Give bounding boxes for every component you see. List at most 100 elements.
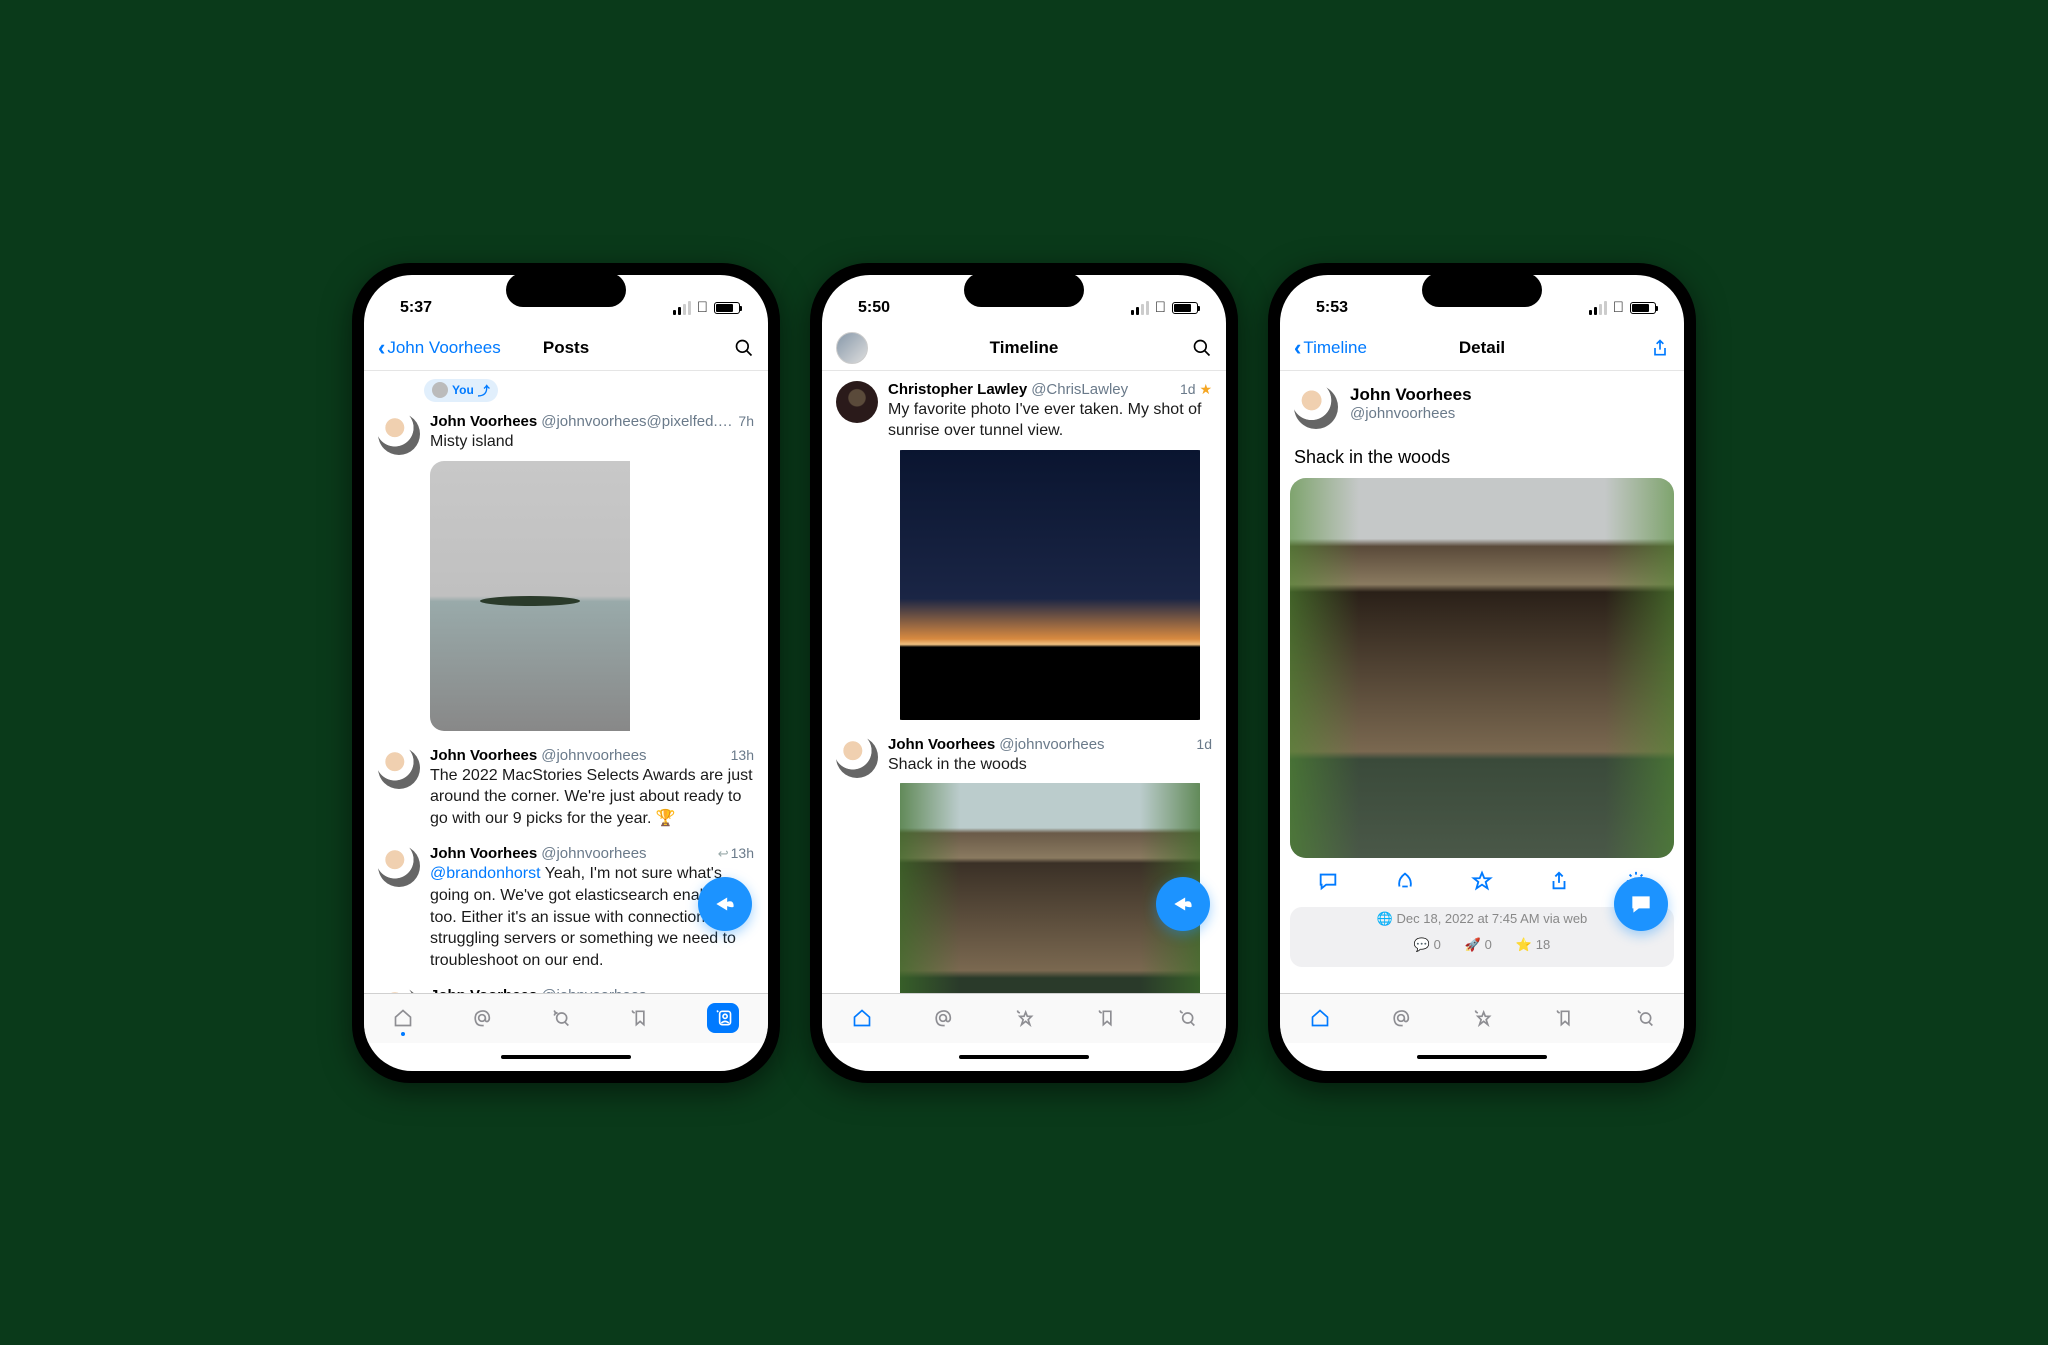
battery-icon — [1172, 302, 1198, 314]
tab-mentions[interactable] — [472, 1008, 492, 1028]
post-handle: @johnvoorhees — [541, 845, 713, 862]
tab-home[interactable] — [852, 1008, 872, 1028]
battery-icon — [1630, 302, 1656, 314]
share-icon — [1548, 870, 1570, 892]
search-button[interactable] — [1172, 338, 1212, 358]
reply-fab[interactable] — [1614, 877, 1668, 931]
feed[interactable]: Christopher Lawley @ChrisLawley 1d ★ My … — [822, 371, 1226, 993]
wifi-icon: 􀙇 — [1613, 299, 1624, 316]
boost-button[interactable] — [1394, 870, 1416, 897]
tab-bookmarks[interactable] — [628, 1008, 648, 1028]
nav-title: Detail — [1459, 338, 1505, 358]
compose-fab[interactable] — [1156, 877, 1210, 931]
post-image[interactable] — [430, 461, 754, 731]
favorite-button[interactable] — [1471, 870, 1493, 897]
post-time: 7h — [738, 413, 754, 429]
sparkle-star-icon — [1014, 1008, 1034, 1028]
tab-search[interactable] — [550, 1008, 570, 1028]
avatar[interactable] — [378, 987, 420, 992]
tab-bookmarks[interactable] — [1553, 1008, 1573, 1028]
chevron-left-icon: ‹ — [1294, 335, 1301, 361]
reply-thread-icon: ↩︎ — [718, 846, 729, 861]
search-icon — [1192, 338, 1212, 358]
tab-favorites[interactable] — [1014, 1008, 1034, 1028]
you-badge: You ⤴︎ — [424, 379, 498, 402]
detail-handle: @johnvoorhees — [1350, 405, 1472, 422]
detail-image[interactable] — [1290, 478, 1674, 858]
avatar[interactable] — [378, 747, 420, 789]
star-icon: ★ — [1199, 381, 1212, 397]
feed-item[interactable]: John Voorhees @johnvoorhees 1d Shack in … — [822, 726, 1226, 993]
back-button[interactable]: ‹ John Voorhees — [378, 335, 501, 361]
avatar[interactable] — [378, 413, 420, 455]
mini-avatar-icon — [432, 382, 448, 398]
stat-favorites[interactable]: ⭐ 18 — [1516, 937, 1550, 953]
tab-search[interactable] — [1176, 1008, 1196, 1028]
avatar[interactable] — [378, 845, 420, 887]
post-time: ↩︎13h — [718, 845, 754, 862]
chat-icon — [1628, 891, 1654, 917]
avatar[interactable] — [1294, 385, 1338, 429]
avatar[interactable] — [836, 381, 878, 423]
detail-author[interactable]: John Voorhees @johnvoorhees — [1280, 371, 1684, 443]
post-text: Misty island — [430, 431, 754, 453]
post-text: My favorite photo I've ever taken. My sh… — [888, 399, 1212, 442]
share-button[interactable] — [1548, 870, 1570, 897]
boost-icon: ⤴︎ — [478, 382, 490, 399]
home-indicator[interactable] — [1280, 1043, 1684, 1071]
phone-3: 5:53 􀙇 ‹ Timeline Detail John Voorhees — [1268, 263, 1696, 1083]
home-icon — [852, 1008, 872, 1028]
tab-favorites[interactable] — [1472, 1008, 1492, 1028]
feed[interactable]: You ⤴︎ John Voorhees @johnvoorhees@pixel… — [364, 371, 768, 993]
nav-bar: ‹ Timeline Detail — [1280, 327, 1684, 371]
search-icon — [734, 338, 754, 358]
account-avatar-button[interactable] — [836, 332, 936, 364]
tab-profile[interactable] — [707, 1003, 739, 1033]
sparkle-star-icon — [1472, 1008, 1492, 1028]
detail-text: Shack in the woods — [1280, 443, 1684, 478]
back-label: Timeline — [1303, 338, 1367, 358]
home-icon — [393, 1008, 413, 1028]
reply-icon — [1317, 870, 1339, 892]
home-indicator[interactable] — [364, 1043, 768, 1071]
feed-item[interactable]: John Voorhees @johnvoorhees 13h The 2022… — [364, 737, 768, 836]
avatar[interactable] — [836, 736, 878, 778]
tab-home[interactable] — [393, 1008, 413, 1028]
post-author: John Voorhees — [430, 845, 537, 862]
bookmark-icon — [628, 1008, 648, 1028]
tab-mentions[interactable] — [933, 1008, 953, 1028]
feed-item[interactable]: John Voorhees @johnvoorhees@pixelfed.so…… — [364, 403, 768, 737]
tab-bookmarks[interactable] — [1095, 1008, 1115, 1028]
post-author: John Voorhees — [888, 736, 995, 753]
feed-item[interactable]: Christopher Lawley @ChrisLawley 1d ★ My … — [822, 371, 1226, 726]
back-label: John Voorhees — [387, 338, 500, 358]
post-handle: @ChrisLawley — [1031, 381, 1176, 398]
at-icon — [933, 1008, 953, 1028]
home-indicator[interactable] — [822, 1043, 1226, 1071]
feed-item[interactable]: John Voorhees @johnvoorhees @matthewcass… — [364, 977, 768, 992]
post-time: 1d ★ — [1180, 381, 1212, 398]
stat-boosts[interactable]: 🚀 0 — [1465, 937, 1492, 953]
tab-mentions[interactable] — [1391, 1008, 1411, 1028]
home-icon — [1310, 1008, 1330, 1028]
post-image[interactable] — [888, 450, 1212, 720]
stat-replies[interactable]: 💬 0 — [1414, 937, 1441, 953]
compose-fab[interactable] — [698, 877, 752, 931]
reply-button[interactable] — [1317, 870, 1339, 897]
post-author: Christopher Lawley — [888, 381, 1027, 398]
dynamic-island — [964, 273, 1084, 307]
tab-home[interactable] — [1310, 1008, 1330, 1028]
back-button[interactable]: ‹ Timeline — [1294, 335, 1394, 361]
search-button[interactable] — [714, 338, 754, 358]
share-icon — [1650, 338, 1670, 358]
signal-icon — [1131, 301, 1149, 315]
bookmark-icon — [1095, 1008, 1115, 1028]
signal-icon — [1589, 301, 1607, 315]
detail-content[interactable]: John Voorhees @johnvoorhees Shack in the… — [1280, 371, 1684, 993]
tab-search[interactable] — [1634, 1008, 1654, 1028]
horn-icon — [1170, 891, 1196, 917]
mention[interactable]: @brandonhorst — [430, 865, 541, 882]
share-button[interactable] — [1630, 338, 1670, 358]
avatar-icon — [836, 332, 868, 364]
dynamic-island — [506, 273, 626, 307]
